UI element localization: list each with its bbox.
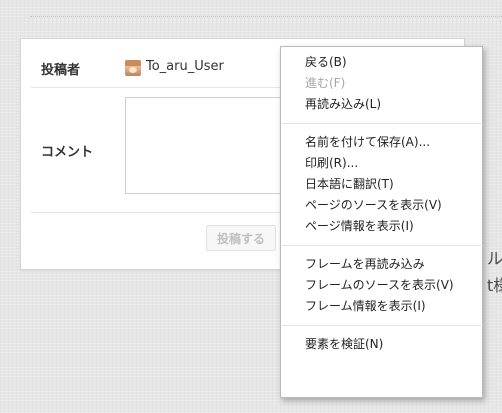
menu-item-translate[interactable]: 日本語に翻訳(T) — [281, 174, 482, 195]
menu-item-frame-info[interactable]: フレーム情報を表示(I) — [281, 296, 482, 317]
menu-separator — [282, 123, 481, 124]
author-name: To_aru_User — [146, 59, 224, 74]
author-label: 投稿者 — [41, 63, 81, 78]
menu-item-view-frame-source[interactable]: フレームのソースを表示(V) — [281, 275, 482, 296]
context-menu: 戻る(B) 進む(F) 再読み込み(L) 名前を付けて保存(A)... 印刷(R)...… — [280, 46, 483, 398]
menu-item-forward: 進む(F) — [305, 76, 346, 90]
background-text-fragment: ル — [487, 249, 502, 268]
menu-item-view-page-source[interactable]: ページのソースを表示(V) — [281, 195, 482, 216]
menu-separator — [282, 325, 481, 326]
menu-item-print[interactable]: 印刷(R)... — [281, 153, 482, 174]
menu-item-reload[interactable]: 再読み込み(L) — [281, 94, 482, 115]
menu-separator — [282, 245, 481, 246]
submit-button[interactable]: 投稿する — [206, 225, 276, 251]
divider — [30, 16, 502, 17]
menu-item-reload-frame[interactable]: フレームを再読み込み — [281, 254, 482, 275]
menu-item-page-info[interactable]: ページ情報を表示(I) — [281, 216, 482, 237]
menu-item-inspect-element[interactable]: 要素を検証(N) — [281, 334, 482, 355]
background-text-fragment: t様 — [487, 276, 502, 295]
avatar — [125, 60, 141, 76]
comment-label: コメント — [41, 145, 94, 160]
menu-item-save-as[interactable]: 名前を付けて保存(A)... — [281, 132, 482, 153]
menu-item-back[interactable]: 戻る(B) — [281, 52, 482, 73]
